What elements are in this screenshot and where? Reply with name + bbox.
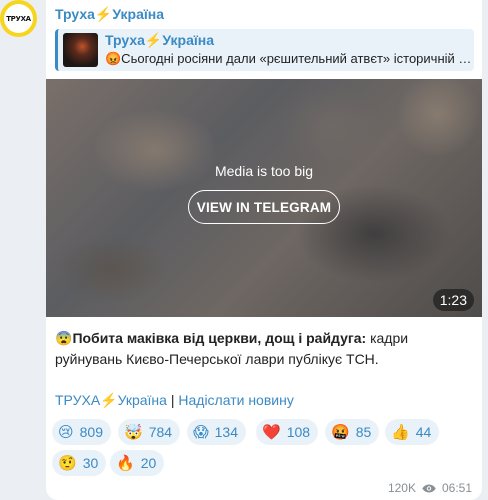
reaction-heart[interactable]: ❤️ 108 — [256, 419, 319, 445]
reaction-mind-blown[interactable]: 🤯 784 — [118, 419, 181, 445]
message-time: 06:51 — [441, 481, 472, 495]
media-too-big-message: Media is too big — [214, 163, 314, 179]
footer-links: ТРУХА⚡Україна | Надіслати новину — [55, 392, 294, 409]
eye-icon — [422, 484, 436, 492]
submit-news-link[interactable]: Надіслати новину — [178, 392, 293, 408]
link-separator: | — [166, 392, 179, 408]
reaction-angry[interactable]: 🤬 85 — [325, 419, 380, 445]
scream-emoji-icon: 😱 — [193, 423, 209, 441]
reaction-count: 30 — [82, 455, 99, 471]
caption-bold: Побита маківка від церкви, дощ і райдуга… — [72, 330, 367, 346]
thumbs-up-emoji-icon: 👍 — [391, 423, 410, 441]
reaction-scream[interactable]: 😱 134 — [187, 419, 246, 445]
channel-avatar[interactable]: ТРУХА — [0, 0, 37, 37]
view-count: 120K — [387, 481, 416, 495]
reaction-count: 809 — [79, 424, 103, 440]
mind-blown-emoji-icon: 🤯 — [124, 423, 143, 441]
caption-emoji: 😨 — [55, 330, 73, 346]
message-meta: 120K 06:51 — [388, 481, 472, 495]
message-caption: 😨Побита маківка від церкви, дощ і райдуг… — [55, 328, 475, 370]
reply-author: Труха⚡Україна — [105, 32, 215, 48]
fire-emoji-icon: 🔥 — [116, 454, 135, 472]
channel-name[interactable]: Труха⚡Україна — [55, 6, 164, 23]
cry-emoji-icon: 😢 — [58, 423, 74, 441]
reaction-count: 85 — [355, 424, 372, 440]
reaction-fire[interactable]: 🔥 20 — [110, 450, 165, 476]
media-preview[interactable]: Media is too big VIEW IN TELEGRAM 1:23 — [46, 79, 482, 317]
reaction-count: 20 — [140, 455, 157, 471]
view-in-telegram-button[interactable]: VIEW IN TELEGRAM — [188, 190, 340, 224]
raised-eyebrow-emoji-icon: 🤨 — [58, 454, 77, 472]
angry-emoji-icon: 🤬 — [331, 423, 350, 441]
reaction-count: 44 — [415, 424, 432, 440]
reaction-cry[interactable]: 😢 809 — [52, 419, 111, 445]
heart-emoji-icon: ❤️ — [262, 423, 281, 441]
reply-thumbnail — [63, 33, 98, 67]
reaction-thumbs-up[interactable]: 👍 44 — [385, 419, 440, 445]
reply-text: 😡Сьогодні росіяни дали «рєшительний атвє… — [105, 51, 473, 66]
reaction-count: 784 — [148, 424, 173, 440]
message-bubble: Труха⚡Україна Труха⚡Україна 😡Сьогодні ро… — [46, 0, 482, 500]
video-duration: 1:23 — [432, 289, 474, 311]
reaction-raised-eyebrow[interactable]: 🤨 30 — [52, 450, 107, 476]
avatar-logo-text: ТРУХА — [4, 4, 33, 33]
reply-preview[interactable]: Труха⚡Україна 😡Сьогодні росіяни дали «рє… — [55, 29, 474, 71]
channel-link[interactable]: ТРУХА⚡Україна — [55, 392, 167, 408]
reaction-count: 134 — [214, 424, 238, 440]
reaction-count: 108 — [286, 424, 311, 440]
